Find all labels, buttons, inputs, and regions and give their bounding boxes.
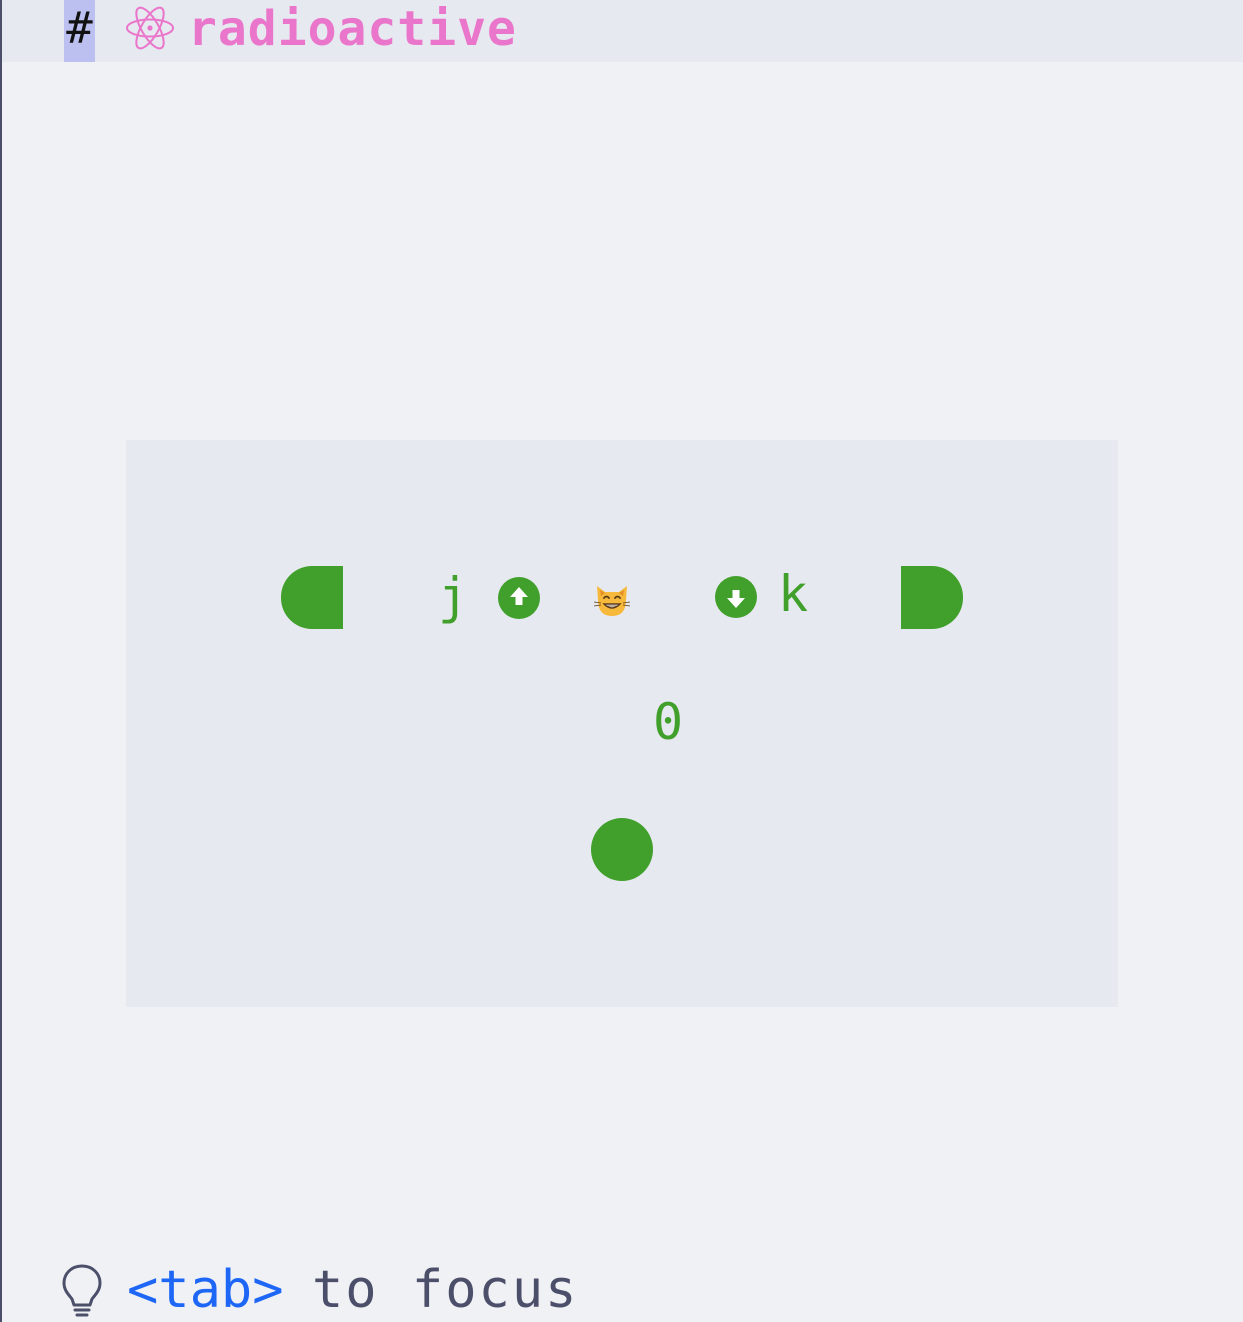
heading-marker: # — [64, 0, 95, 62]
arrow-up-circle-icon[interactable] — [498, 577, 540, 619]
lightbulb-icon — [62, 1264, 102, 1317]
grinning-cat-icon — [593, 586, 631, 616]
left-bracket-cap — [281, 566, 343, 629]
right-bracket-cap — [901, 566, 963, 629]
decrement-key-label: j — [438, 567, 469, 625]
counter-value: 0 — [652, 693, 684, 751]
tab-key-hint: <tab> — [127, 1260, 284, 1320]
increment-key-label: k — [778, 565, 809, 623]
arrow-down-circle-icon[interactable] — [715, 576, 757, 618]
page-title: radioactive — [188, 1, 517, 57]
radio-indicator[interactable] — [591, 818, 653, 881]
focus-hint-text: to focus — [312, 1260, 579, 1320]
counter-panel[interactable]: j k 0 — [126, 440, 1118, 1007]
atom-icon — [126, 6, 174, 50]
